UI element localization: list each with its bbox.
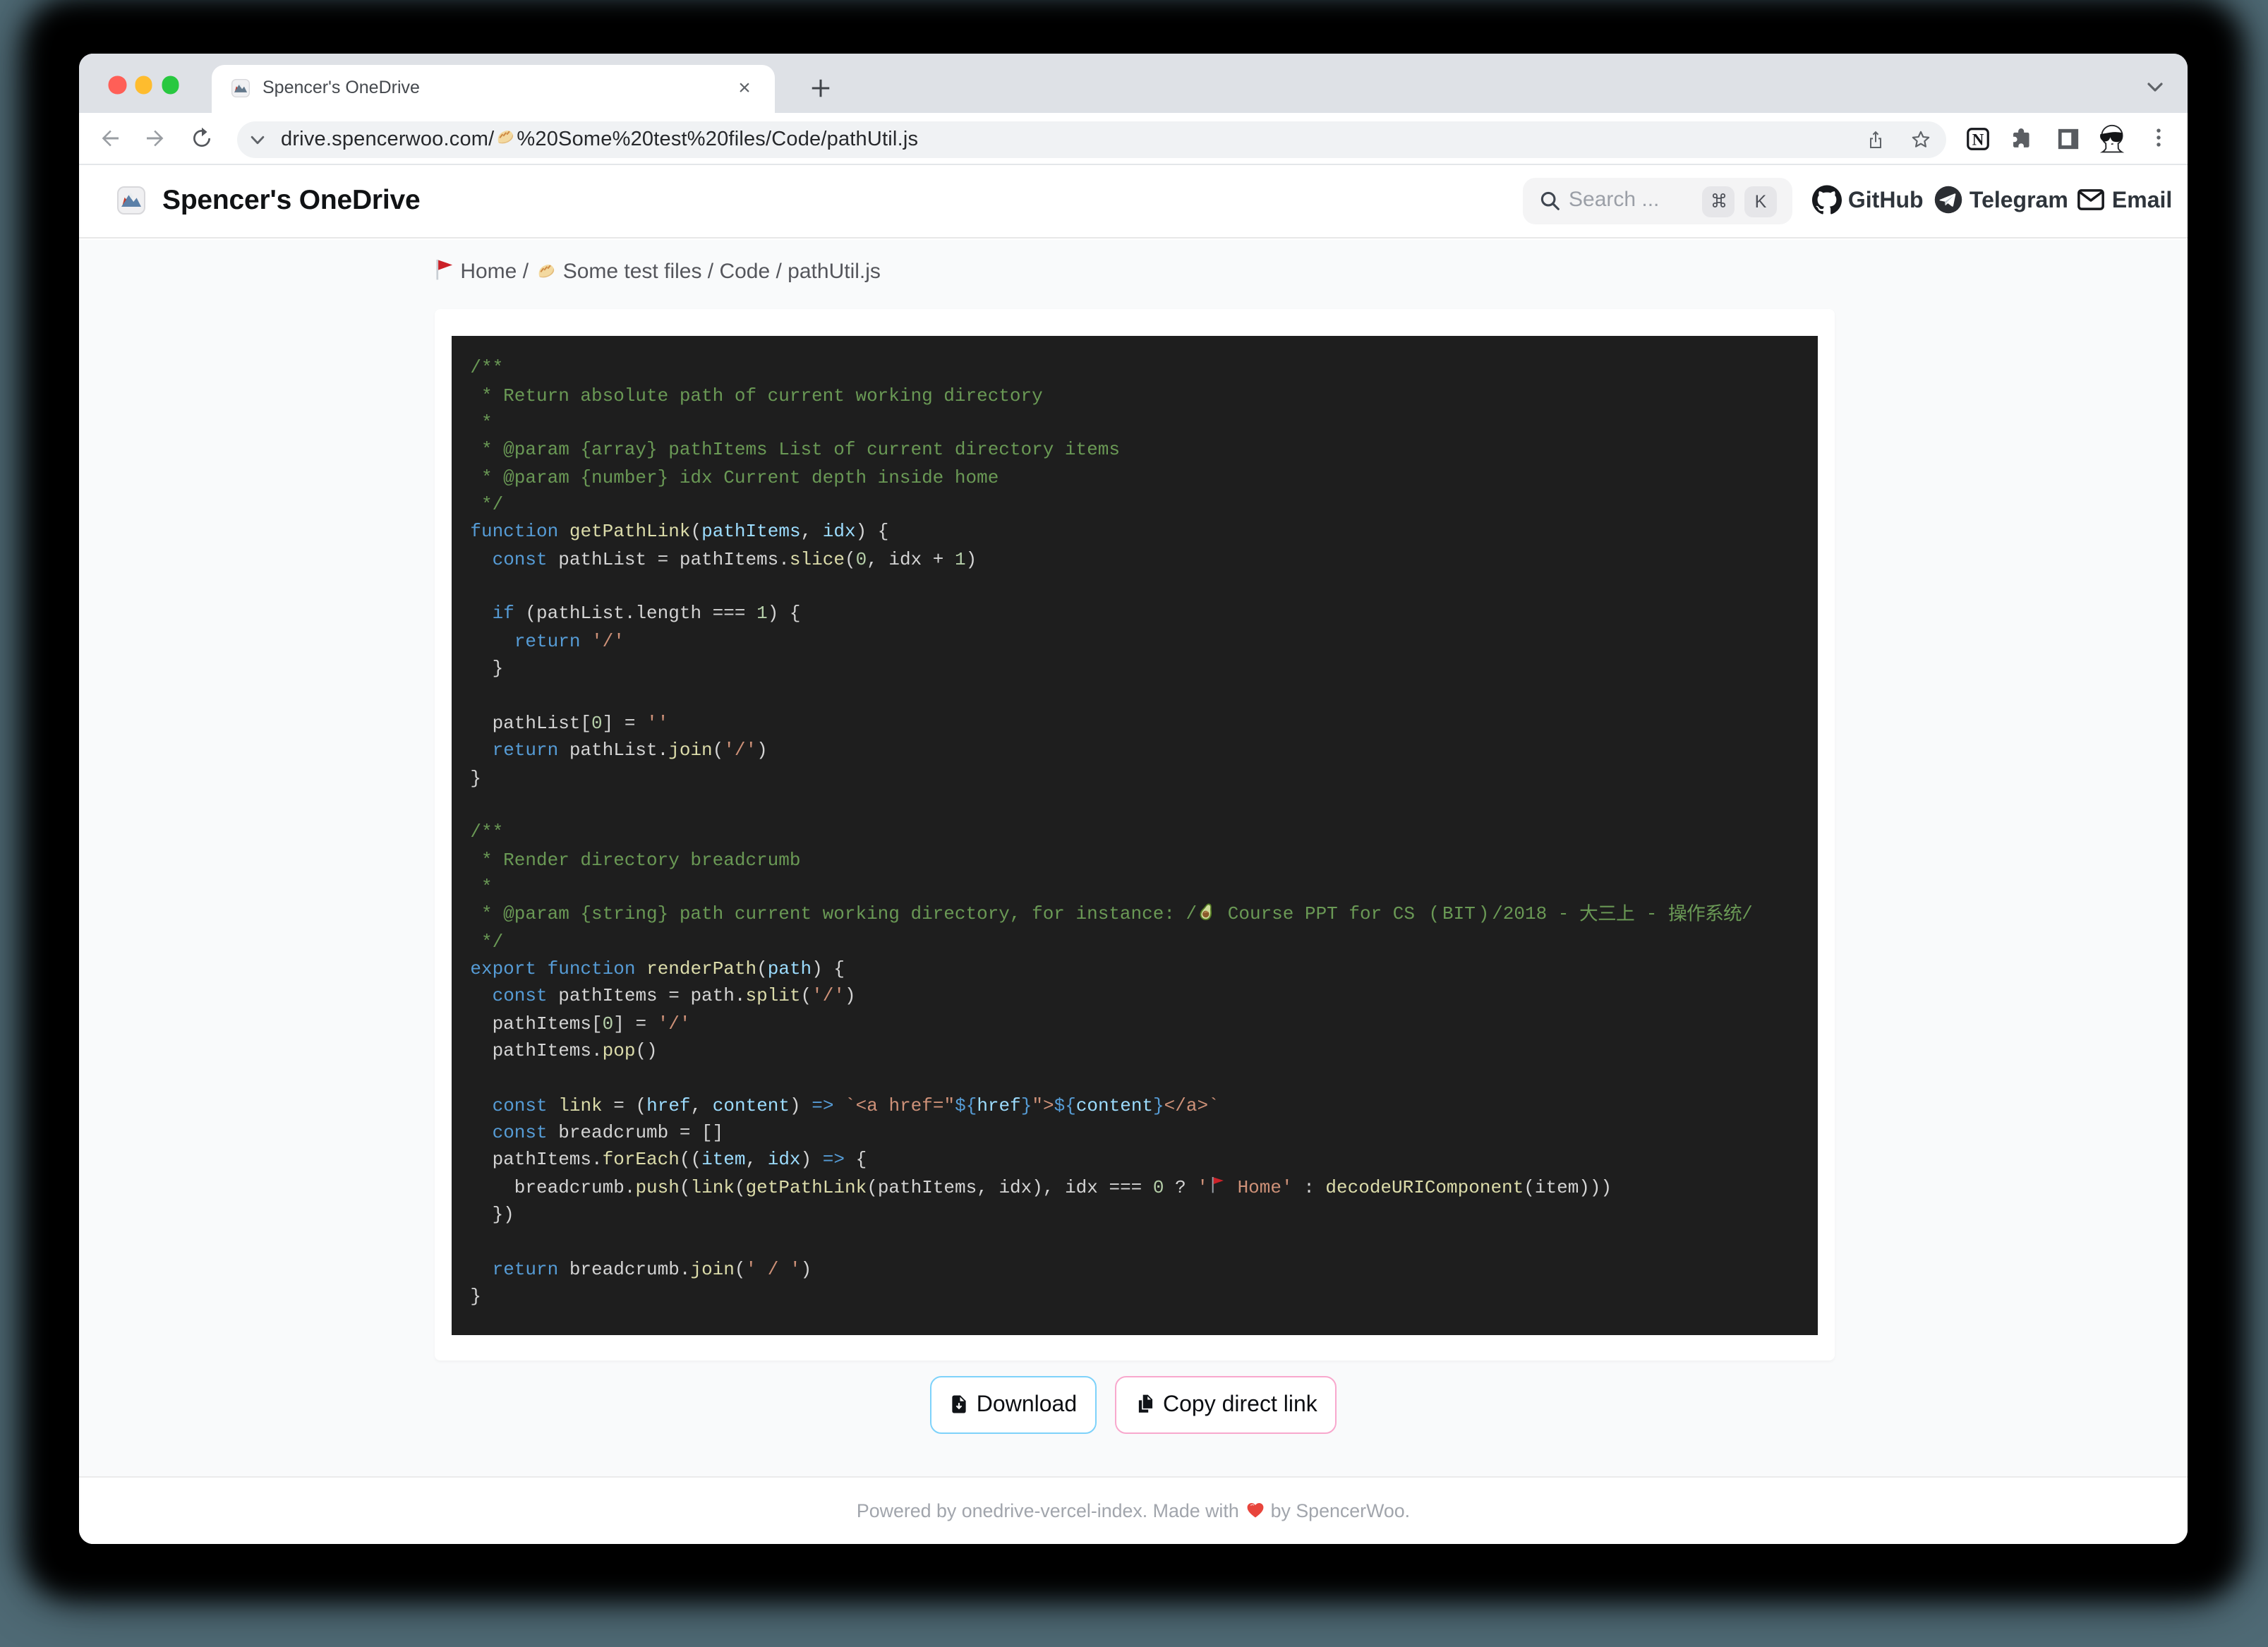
svg-text:N: N bbox=[1972, 130, 1984, 147]
